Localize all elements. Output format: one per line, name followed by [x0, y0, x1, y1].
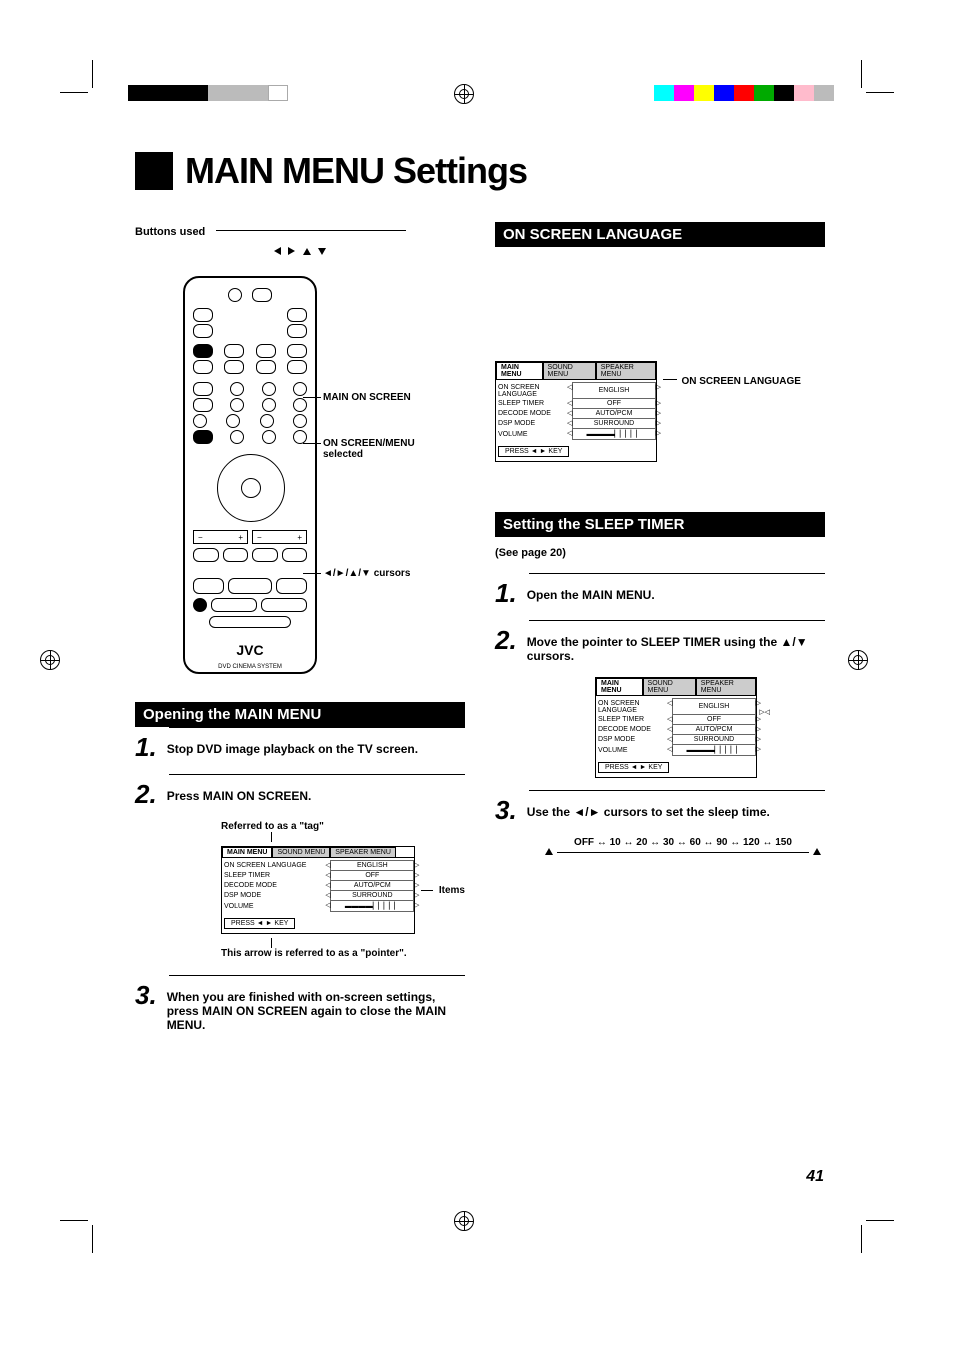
arrow-up-icon — [813, 848, 821, 855]
right-column: ON SCREEN LANGUAGE MAIN MENU SOUND MENU … — [495, 222, 825, 1046]
print-calibration-left — [128, 85, 288, 101]
crop-mark — [861, 1225, 862, 1253]
page-number: 41 — [806, 1168, 824, 1186]
print-calibration-right — [654, 85, 834, 101]
page-title: MAIN MENU Settings — [185, 150, 527, 192]
crop-mark — [92, 1225, 93, 1253]
registration-mark — [454, 1211, 474, 1231]
section-opening-main-menu: Opening the MAIN MENU — [135, 702, 465, 727]
step-1: 1. Stop DVD image playback on the TV scr… — [135, 734, 465, 760]
tag-note: Referred to as a "tag" — [221, 821, 465, 832]
callout-main-on-screen: MAIN ON SCREEN — [323, 392, 411, 403]
crop-mark — [861, 60, 862, 88]
registration-mark — [454, 84, 474, 104]
title-marker — [135, 152, 173, 190]
step-3: 3. When you are finished with on-screen … — [135, 982, 465, 1032]
remote-illustration: −+ −+ — [183, 276, 317, 674]
items-label: Items — [439, 885, 465, 896]
buttons-used-label: Buttons used — [135, 222, 465, 240]
page-title-bar: MAIN MENU Settings — [135, 150, 825, 192]
pointer-note: This arrow is referred to as a "pointer"… — [221, 948, 465, 959]
crop-mark — [60, 92, 88, 93]
registration-mark — [848, 650, 868, 670]
arrow-up-icon — [545, 848, 553, 855]
cursor-arrows-icon — [135, 244, 465, 258]
step-2: 2. Press MAIN ON SCREEN. — [135, 781, 465, 807]
see-page: (See page 20) — [495, 547, 825, 559]
callout-cursors: ◄/►/▲/▼ cursors — [323, 568, 410, 579]
crop-mark — [92, 60, 93, 88]
crop-mark — [866, 92, 894, 93]
remote-brand: JVC — [185, 642, 315, 658]
crop-mark — [60, 1220, 88, 1221]
osd-main-menu: MAIN MENU SOUND MENU SPEAKER MENU ON SCR… — [221, 846, 415, 934]
crop-mark — [866, 1220, 894, 1221]
sleep-step-1: 1. Open the MAIN MENU. — [495, 580, 825, 606]
callout-onscreen-menu: ON SCREEN/MENU selected — [323, 438, 423, 460]
sleep-step-3: 3. Use the ◄/► cursors to set the sleep … — [495, 797, 825, 823]
osd-language: MAIN MENU SOUND MENU SPEAKER MENU ON SCR… — [495, 361, 657, 462]
section-on-screen-language: ON SCREEN LANGUAGE — [495, 222, 825, 247]
osd-sleep: MAIN MENU SOUND MENU SPEAKER MENU ON SCR… — [595, 677, 757, 778]
lang-callout: ON SCREEN LANGUAGE — [681, 376, 800, 387]
left-column: Buttons used — [135, 222, 465, 1046]
section-sleep-timer: Setting the SLEEP TIMER — [495, 512, 825, 537]
sleep-step-2: 2. Move the pointer to SLEEP TIMER using… — [495, 627, 825, 663]
registration-mark — [40, 650, 60, 670]
remote-label: DVD CINEMA SYSTEM — [185, 664, 315, 670]
